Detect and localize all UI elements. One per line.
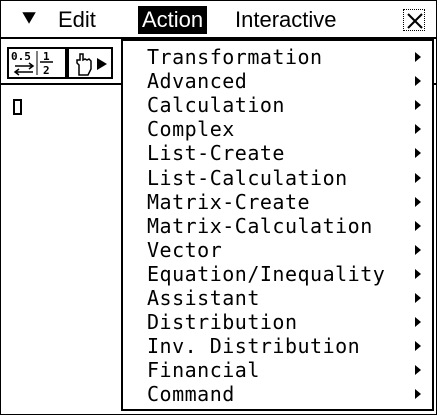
menu-item-matrix-calculation[interactable]: Matrix-Calculation	[123, 214, 423, 238]
submenu-arrow-icon	[415, 148, 421, 159]
submenu-arrow-icon	[415, 172, 421, 183]
menu-item-label: Matrix-Calculation	[147, 213, 373, 238]
submenu-arrow-icon	[415, 341, 421, 352]
menu-item-vector[interactable]: Vector	[123, 238, 423, 262]
menu-item-transformation[interactable]: Transformation	[123, 45, 423, 69]
menu-item-distribution[interactable]: Distribution	[123, 310, 423, 334]
menu-item-label: List-Create	[147, 141, 285, 166]
menu-interactive[interactable]: Interactive	[235, 5, 337, 35]
menu-item-calculation[interactable]: Calculation	[123, 93, 423, 117]
submenu-arrow-icon	[415, 220, 421, 231]
menu-item-label: Equation/Inequality	[147, 261, 386, 286]
submenu-arrow-icon	[415, 100, 421, 111]
menu-item-equation-inequality[interactable]: Equation/Inequality	[123, 262, 423, 286]
menu-item-assistant[interactable]: Assistant	[123, 286, 423, 310]
action-dropdown-menu: Transformation Advanced Calculation Complex…	[121, 39, 434, 411]
svg-text:1: 1	[43, 50, 50, 63]
hand-run-button[interactable]	[67, 47, 113, 79]
hand-run-icon	[76, 53, 107, 76]
menu-item-label: List-Calculation	[147, 165, 348, 190]
menu-item-label: Complex	[147, 117, 235, 142]
calculator-screen: ⯆ Edit Action Interactive 0.5 1 2 Transf…	[0, 0, 437, 415]
close-icon[interactable]	[403, 9, 425, 31]
menu-bar: ⯆ Edit Action Interactive	[1, 1, 436, 39]
submenu-arrow-icon	[415, 317, 421, 328]
menu-item-label: Calculation	[147, 93, 285, 118]
decimal-fraction-icon: 0.5 1 2	[11, 50, 53, 77]
menu-item-list-calculation[interactable]: List-Calculation	[123, 166, 423, 190]
menu-item-inv-distribution[interactable]: Inv. Distribution	[123, 334, 423, 358]
submenu-arrow-icon	[415, 268, 421, 279]
submenu-arrow-icon	[415, 389, 421, 400]
submenu-arrow-icon	[415, 365, 421, 376]
submenu-arrow-icon	[415, 196, 421, 207]
menu-action[interactable]: Action	[138, 6, 208, 34]
menu-edit[interactable]: Edit	[58, 5, 96, 35]
chevron-down-icon[interactable]: ⯆	[9, 5, 49, 35]
menu-item-label: Vector	[147, 237, 223, 262]
menu-item-matrix-create[interactable]: Matrix-Create	[123, 190, 423, 214]
svg-text:0.5: 0.5	[11, 50, 31, 63]
menu-item-complex[interactable]: Complex	[123, 117, 423, 141]
submenu-arrow-icon	[415, 52, 421, 62]
menu-item-label: Transformation	[147, 45, 323, 69]
menu-item-label: Matrix-Create	[147, 189, 311, 214]
menu-item-advanced[interactable]: Advanced	[123, 69, 423, 93]
menu-item-label: Command	[147, 382, 235, 407]
menu-item-financial[interactable]: Financial	[123, 358, 423, 382]
submenu-arrow-icon	[415, 124, 421, 135]
menu-item-command[interactable]: Command	[123, 382, 423, 406]
submenu-arrow-icon	[415, 244, 421, 255]
menu-item-label: Assistant	[147, 286, 260, 310]
menu-item-label: Distribution	[147, 310, 298, 335]
menu-item-label: Advanced	[147, 69, 248, 94]
text-cursor	[13, 99, 22, 115]
submenu-arrow-icon	[415, 293, 421, 303]
menu-item-list-create[interactable]: List-Create	[123, 141, 423, 165]
decimal-fraction-button[interactable]: 0.5 1 2	[7, 47, 67, 79]
menu-item-label: Financial	[147, 358, 260, 383]
svg-text:2: 2	[43, 64, 50, 77]
menu-item-label: Inv. Distribution	[147, 334, 361, 359]
submenu-arrow-icon	[415, 76, 421, 87]
